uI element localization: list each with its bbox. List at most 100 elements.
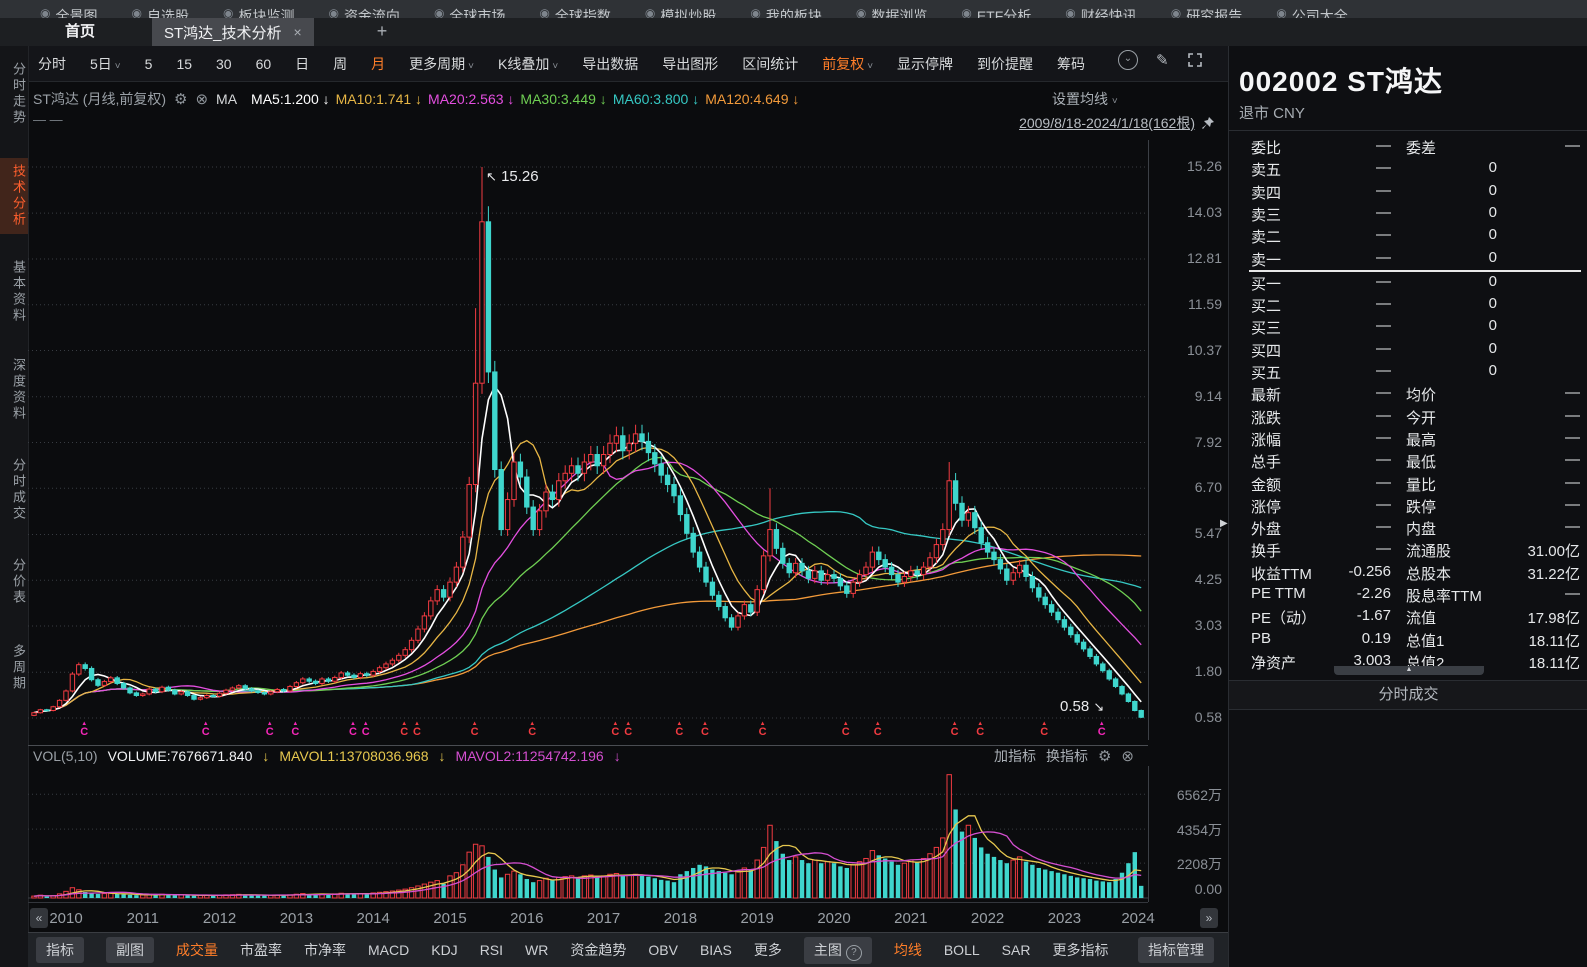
tab-active[interactable]: ST鸿达_技术分析 × bbox=[152, 18, 314, 46]
menu-item-我的板块[interactable]: ◉我的板块 bbox=[750, 6, 821, 18]
event-marker[interactable]: ▲C bbox=[291, 722, 299, 738]
bottombar-item-BIAS[interactable]: BIAS bbox=[700, 942, 732, 958]
event-marker[interactable]: ▲C bbox=[362, 722, 370, 738]
event-marker[interactable]: ▲C bbox=[528, 722, 536, 738]
menu-item-财经快讯[interactable]: ◉财经快讯 bbox=[1065, 6, 1136, 18]
bottombar-item-成交量[interactable]: 成交量 bbox=[176, 940, 218, 960]
indicator-manage-button[interactable]: 指标管理 bbox=[1138, 937, 1214, 963]
menu-item-模拟炒股[interactable]: ◉模拟炒股 bbox=[645, 6, 716, 18]
toolbar-item-到价提醒[interactable]: 到价提醒 bbox=[977, 54, 1033, 74]
toolbar-item-K线叠加[interactable]: K线叠加˅ bbox=[498, 54, 558, 74]
event-marker[interactable]: ▲C bbox=[202, 722, 210, 738]
event-marker[interactable]: ▲C bbox=[976, 722, 984, 738]
collapse-handle[interactable]: ▲ bbox=[1334, 666, 1484, 675]
bottombar-item-均线[interactable]: 均线 bbox=[894, 940, 922, 960]
sidebar-item-基本资料[interactable]: 基本资料 bbox=[0, 254, 28, 330]
menu-item-全球市场[interactable]: ◉全球市场 bbox=[434, 6, 505, 18]
menu-item-板块监测[interactable]: ◉板块监测 bbox=[223, 6, 294, 18]
toolbar-item-周[interactable]: 周 bbox=[333, 54, 347, 74]
bottombar-item-副图[interactable]: 副图 bbox=[106, 937, 154, 963]
bottombar-item-OBV[interactable]: OBV bbox=[648, 942, 678, 958]
toolbar-item-30[interactable]: 30 bbox=[216, 56, 232, 72]
bottombar-item-市盈率[interactable]: 市盈率 bbox=[240, 940, 282, 960]
bottombar-item-MACD[interactable]: MACD bbox=[368, 942, 409, 958]
bottombar-item-更多指标[interactable]: 更多指标 bbox=[1052, 940, 1108, 960]
event-marker[interactable]: ▲C bbox=[400, 722, 408, 738]
toolbar-item-筹码[interactable]: 筹码 bbox=[1057, 54, 1085, 74]
bottombar-item-资金趋势[interactable]: 资金趋势 bbox=[570, 940, 626, 960]
event-marker[interactable]: ▲C bbox=[266, 722, 274, 738]
bottombar-item-更多[interactable]: 更多 bbox=[754, 940, 782, 960]
sidebar-item-分时走势[interactable]: 分时走势 bbox=[0, 56, 28, 132]
event-marker[interactable]: ▲C bbox=[951, 722, 959, 738]
help-icon[interactable]: ? bbox=[846, 945, 862, 961]
sidebar-item-分时成交[interactable]: 分时成交 bbox=[0, 452, 28, 528]
toolbar-item-前复权[interactable]: 前复权˅ bbox=[822, 54, 873, 74]
bottombar-item-RSI[interactable]: RSI bbox=[480, 942, 503, 958]
ma-settings-gear-icon[interactable]: ⚙ bbox=[174, 90, 187, 108]
add-indicator-button[interactable]: 加指标 bbox=[994, 746, 1036, 766]
volume-chart[interactable] bbox=[28, 766, 1149, 902]
event-marker[interactable]: ▲C bbox=[842, 722, 850, 738]
bottombar-item-SAR[interactable]: SAR bbox=[1002, 942, 1031, 958]
set-ma-button[interactable]: 设置均线 ˅ bbox=[1052, 89, 1118, 109]
menu-item-ETF分析[interactable]: ◉ETF分析 bbox=[961, 6, 1031, 18]
bottombar-item-指标[interactable]: 指标 bbox=[36, 937, 84, 963]
tab-add-button[interactable]: + bbox=[368, 18, 396, 46]
event-marker[interactable]: ▲C bbox=[624, 722, 632, 738]
event-marker[interactable]: ▲C bbox=[701, 722, 709, 738]
toolbar-item-更多周期[interactable]: 更多周期˅ bbox=[409, 54, 474, 74]
sidebar-item-分价表[interactable]: 分价表 bbox=[0, 552, 28, 612]
toolbar-item-分时[interactable]: 分时 bbox=[38, 54, 66, 74]
tab-close-icon[interactable]: × bbox=[294, 24, 302, 40]
toolbar-item-导出图形[interactable]: 导出图形 bbox=[662, 54, 718, 74]
event-marker[interactable]: ▲C bbox=[80, 722, 88, 738]
event-marker[interactable]: ▲C bbox=[611, 722, 619, 738]
toolbar-item-月[interactable]: 月 bbox=[371, 54, 385, 74]
toolbar-item-日[interactable]: 日 bbox=[295, 54, 309, 74]
bottombar-item-BOLL[interactable]: BOLL bbox=[944, 942, 980, 958]
toolbar-item-60[interactable]: 60 bbox=[256, 56, 272, 72]
toolbar-item-5[interactable]: 5 bbox=[145, 56, 153, 72]
sidebar-item-深度资料[interactable]: 深度资料 bbox=[0, 352, 28, 428]
event-marker[interactable]: ▲C bbox=[759, 722, 767, 738]
tab-home[interactable]: 首页 bbox=[40, 18, 120, 46]
bottombar-item-WR[interactable]: WR bbox=[525, 942, 548, 958]
vol-settings-gear-icon[interactable]: ⚙ bbox=[1098, 747, 1111, 765]
menu-item-全球指数[interactable]: ◉全球指数 bbox=[539, 6, 610, 18]
menu-item-研究报告[interactable]: ◉研究报告 bbox=[1171, 6, 1242, 18]
toolbar-item-导出数据[interactable]: 导出数据 bbox=[582, 54, 638, 74]
toolbar-item-显示停牌[interactable]: 显示停牌 bbox=[897, 54, 953, 74]
menu-item-全景图[interactable]: ◉全景图 bbox=[40, 6, 97, 18]
scroll-right-button[interactable]: » bbox=[1200, 908, 1218, 928]
menu-item-资金流向[interactable]: ◉资金流向 bbox=[328, 6, 399, 18]
bottombar-item-KDJ[interactable]: KDJ bbox=[431, 942, 457, 958]
fullscreen-icon[interactable] bbox=[1187, 52, 1203, 68]
menu-item-自选股[interactable]: ◉自选股 bbox=[131, 6, 188, 18]
event-marker[interactable]: ▲C bbox=[675, 722, 683, 738]
date-range-link[interactable]: 2009/8/18-2024/1/18(162根) bbox=[1019, 113, 1215, 133]
toolbar-item-15[interactable]: 15 bbox=[176, 56, 192, 72]
tick-trade-header[interactable]: 分时成交 bbox=[1229, 680, 1587, 710]
vol-close-icon[interactable]: ⊗ bbox=[1121, 747, 1134, 765]
sidebar-item-技术分析[interactable]: 技术分析 bbox=[0, 158, 28, 234]
bottombar-item-主图[interactable]: 主图? bbox=[804, 937, 872, 964]
scroll-left-button[interactable]: « bbox=[30, 908, 48, 928]
brush-icon[interactable]: ✎ bbox=[1156, 51, 1169, 69]
event-marker[interactable]: ▲C bbox=[1040, 722, 1048, 738]
event-marker[interactable]: ▲C bbox=[413, 722, 421, 738]
menu-item-公司大全[interactable]: ◉公司大全 bbox=[1276, 6, 1347, 18]
sidebar-item-多周期[interactable]: 多周期 bbox=[0, 638, 28, 698]
event-marker[interactable]: ▲C bbox=[874, 722, 882, 738]
price-chart[interactable] bbox=[28, 140, 1149, 740]
event-marker[interactable]: ▲C bbox=[349, 722, 357, 738]
toolbar-item-5日[interactable]: 5日˅ bbox=[90, 54, 121, 74]
ma-close-icon[interactable]: ⊗ bbox=[195, 90, 208, 108]
history-clock-icon[interactable]: ⌄ bbox=[1118, 50, 1138, 70]
event-marker[interactable]: ▲C bbox=[471, 722, 479, 738]
bottombar-item-市净率[interactable]: 市净率 bbox=[304, 940, 346, 960]
event-marker[interactable]: ▲C bbox=[1098, 722, 1106, 738]
toolbar-item-区间统计[interactable]: 区间统计 bbox=[742, 54, 798, 74]
menu-item-数据浏览[interactable]: ◉数据浏览 bbox=[856, 6, 927, 18]
swap-indicator-button[interactable]: 换指标 bbox=[1046, 746, 1088, 766]
